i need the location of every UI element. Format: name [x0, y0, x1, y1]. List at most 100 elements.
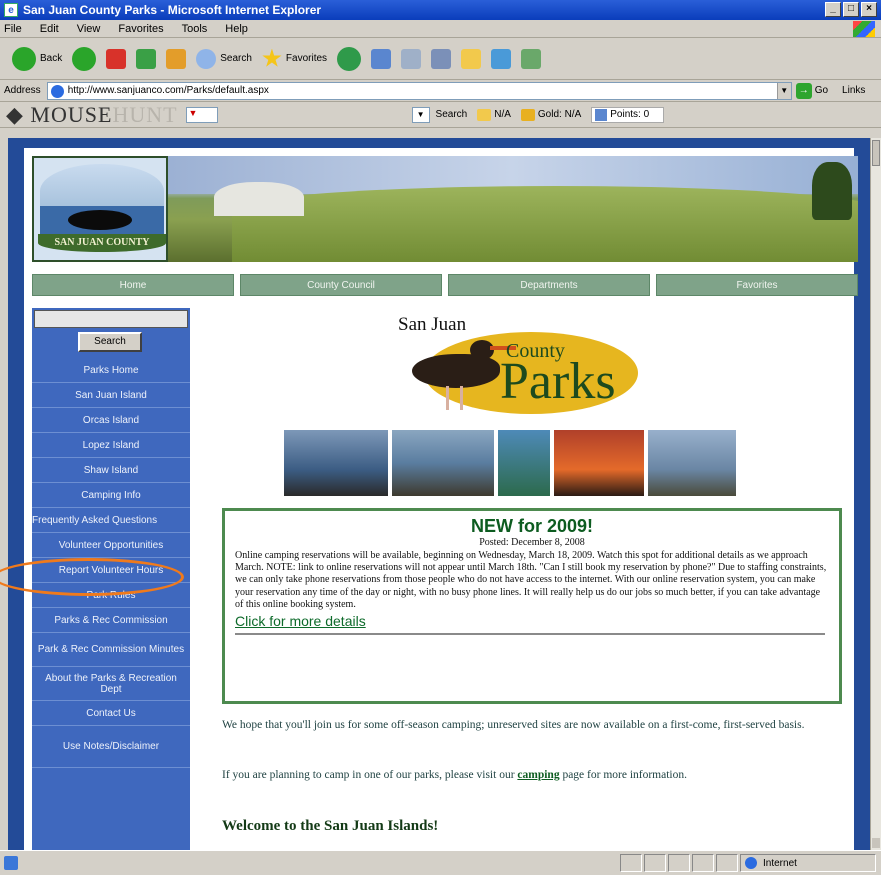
status-cell [692, 854, 714, 872]
sidebar-item-about-dept[interactable]: About the Parks & Recreation Dept [32, 667, 190, 701]
address-dropdown-icon[interactable]: ▼ [776, 82, 791, 99]
sidebar-item-san-juan-island[interactable]: San Juan Island [32, 383, 190, 408]
status-cell [620, 854, 642, 872]
site-search-button[interactable]: Search [78, 332, 142, 352]
window-title: San Juan County Parks - Microsoft Intern… [23, 3, 322, 17]
print-icon [401, 48, 422, 69]
page-icon [50, 84, 64, 98]
status-bar: Internet [0, 850, 881, 875]
photo-campfire [554, 430, 644, 496]
history-icon [337, 46, 362, 71]
scrollbar-thumb[interactable] [872, 140, 880, 166]
news-date: Posted: December 8, 2008 [479, 537, 585, 548]
nav-departments[interactable]: Departments [448, 274, 650, 296]
sidebar-item-parks-home[interactable]: Parks Home [32, 358, 190, 383]
refresh-button[interactable] [136, 48, 157, 69]
menu-edit[interactable]: Edit [40, 23, 59, 35]
nav-home[interactable]: Home [32, 274, 234, 296]
sidebar-item-commission-minutes[interactable]: Park & Rec Commission Minutes [32, 633, 190, 667]
mail-button[interactable] [371, 48, 392, 69]
header-banner: SAN JUAN COUNTY [32, 156, 858, 262]
menu-help[interactable]: Help [225, 23, 248, 35]
security-zone: Internet [740, 854, 876, 872]
county-logo-text: SAN JUAN COUNTY [38, 234, 166, 252]
edit-button[interactable] [431, 48, 452, 69]
zone-label: Internet [763, 857, 797, 869]
go-label: Go [814, 85, 829, 96]
photo-lighthouse [648, 430, 736, 496]
back-button[interactable]: Back [12, 46, 62, 71]
mousehunt-points[interactable]: Points: 0 [591, 106, 665, 123]
stop-button[interactable] [106, 48, 127, 69]
edit-icon [431, 48, 452, 69]
history-button[interactable] [337, 46, 362, 71]
forward-button[interactable] [72, 46, 97, 71]
home-button[interactable] [166, 48, 187, 69]
sidebar-item-faq[interactable]: Frequently Asked Questions [32, 508, 190, 533]
go-button[interactable]: → Go [795, 82, 829, 99]
sidebar-menu: Parks Home San Juan Island Orcas Island … [32, 358, 190, 768]
sidebar-item-shaw-island[interactable]: Shaw Island [32, 458, 190, 483]
photo-kayak [392, 430, 494, 496]
menu-file[interactable]: File [4, 23, 22, 35]
search-toolbar-label: Search [220, 53, 252, 64]
menu-bar: File Edit View Favorites Tools Help [0, 20, 881, 38]
sidebar-item-parks-rec-commission[interactable]: Parks & Rec Commission [32, 608, 190, 633]
banner-field [232, 186, 858, 262]
menu-tools[interactable]: Tools [182, 23, 208, 35]
sidebar-item-report-volunteer-hours[interactable]: Report Volunteer Hours [32, 558, 190, 583]
mousehunt-dropdown[interactable]: ▼ [185, 106, 218, 123]
sidebar-item-park-rules[interactable]: Park Rules [32, 583, 190, 608]
close-button[interactable]: × [861, 2, 877, 17]
sidebar-item-orcas-island[interactable]: Orcas Island [32, 408, 190, 433]
points-value: Points: 0 [610, 109, 650, 120]
vertical-scrollbar[interactable] [870, 138, 881, 850]
search-icon [196, 48, 217, 69]
camping-paragraph: If you are planning to camp in one of ou… [222, 768, 842, 783]
camping-link[interactable]: camping [517, 769, 559, 781]
research-button[interactable] [521, 48, 542, 69]
links-button[interactable]: Links [842, 85, 865, 96]
messenger-icon [491, 48, 512, 69]
maximize-button[interactable]: □ [843, 2, 859, 17]
menu-favorites[interactable]: Favorites [118, 23, 163, 35]
sidebar-item-volunteer-opportunities[interactable]: Volunteer Opportunities [32, 533, 190, 558]
mousehunt-rank[interactable]: N/A [477, 108, 511, 121]
site-search-input[interactable] [34, 310, 188, 328]
sidebar-item-camping-info[interactable]: Camping Info [32, 483, 190, 508]
status-cell [644, 854, 666, 872]
sidebar-item-contact-us[interactable]: Contact Us [32, 701, 190, 726]
sidebar-item-use-notes[interactable]: Use Notes/Disclaimer [32, 726, 190, 768]
rank-value: N/A [494, 109, 511, 120]
county-logo[interactable]: SAN JUAN COUNTY [32, 156, 168, 262]
scroll-down-button[interactable] [872, 838, 880, 848]
nav-county-council[interactable]: County Council [240, 274, 442, 296]
banner-tent [214, 182, 304, 216]
mousehunt-search[interactable]: Search [436, 109, 468, 120]
minimize-button[interactable]: _ [825, 2, 841, 17]
sidebar-item-lopez-island[interactable]: Lopez Island [32, 433, 190, 458]
favorites-toolbar-button[interactable]: Favorites [262, 48, 327, 69]
menu-view[interactable]: View [77, 23, 101, 35]
back-arrow-icon [12, 46, 36, 71]
gold-icon [520, 108, 535, 121]
window-controls: _ □ × [825, 2, 877, 17]
refresh-icon [136, 48, 157, 69]
points-icon [595, 108, 608, 121]
search-toolbar-button[interactable]: Search [196, 48, 252, 69]
address-input[interactable]: http://www.sanjuanco.com/Parks/default.a… [46, 81, 792, 100]
mousehunt-search-dropdown[interactable]: ▼ [411, 106, 430, 123]
more-details-link[interactable]: Click for more details [235, 613, 829, 629]
mousehunt-gold[interactable]: Gold: N/A [520, 108, 582, 121]
mousehunt-search-label: Search [435, 109, 468, 120]
windows-logo-icon [853, 21, 875, 37]
bird-leg [460, 386, 463, 410]
folder-button[interactable] [461, 48, 482, 69]
messenger-button[interactable] [491, 48, 512, 69]
news-divider [235, 633, 825, 636]
print-button[interactable] [401, 48, 422, 69]
site-container: SAN JUAN COUNTY Home County Council Depa… [24, 148, 858, 850]
news-body: Online camping reservations will be avai… [235, 550, 827, 610]
nav-favorites[interactable]: Favorites [656, 274, 858, 296]
gold-value: Gold: N/A [537, 109, 582, 120]
